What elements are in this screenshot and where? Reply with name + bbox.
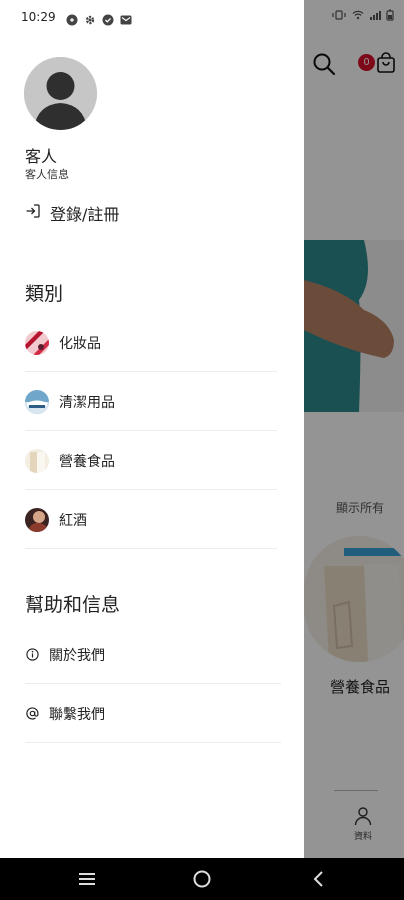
cosmetics-thumbnail-icon (25, 330, 49, 355)
contact-us-label: 聯繫我們 (49, 706, 105, 723)
status-bar: 10:29 (0, 0, 304, 34)
cleaning-thumbnail-icon (25, 389, 49, 414)
nutrition-thumbnail-icon (25, 448, 49, 473)
home-button[interactable] (191, 868, 213, 890)
system-navigation-bar (0, 858, 404, 900)
check-notification-icon (102, 11, 114, 26)
mail-notification-icon (120, 11, 132, 25)
category-label: 營養食品 (59, 453, 115, 470)
login-register-label: 登錄/註冊 (50, 205, 120, 224)
notification-app-icon (66, 11, 78, 26)
about-us-label: 關於我們 (49, 647, 105, 664)
navigation-drawer: 10:29 客人 客人信息 登錄/註冊 類別 化妝品 清潔用品 營養食品 紅酒 … (0, 0, 304, 858)
category-item-cleaning[interactable]: 清潔用品 (25, 373, 277, 431)
category-label: 化妝品 (59, 335, 101, 352)
at-icon (25, 707, 39, 721)
login-icon (25, 203, 41, 223)
back-button[interactable] (308, 868, 330, 890)
avatar[interactable] (24, 57, 97, 130)
categories-heading: 類別 (25, 283, 64, 305)
info-icon (25, 648, 39, 662)
login-register-button[interactable]: 登錄/註冊 (25, 201, 119, 225)
user-info: 客人信息 (25, 168, 69, 181)
contact-us-item[interactable]: 聯繫我們 (25, 685, 281, 743)
category-label: 紅酒 (59, 512, 87, 529)
category-item-cosmetics[interactable]: 化妝品 (25, 314, 277, 372)
status-time: 10:29 (21, 10, 56, 24)
category-item-wine[interactable]: 紅酒 (25, 491, 277, 549)
category-label: 清潔用品 (59, 394, 115, 411)
user-name: 客人 (25, 147, 58, 166)
category-item-nutrition[interactable]: 營養食品 (25, 432, 277, 490)
about-us-item[interactable]: 關於我們 (25, 626, 281, 684)
help-heading: 幫助和信息 (25, 594, 121, 616)
settings-notification-icon (84, 11, 96, 25)
recent-apps-button[interactable] (76, 868, 98, 890)
drawer-scrim[interactable] (304, 0, 404, 858)
wine-thumbnail-icon (25, 507, 49, 532)
